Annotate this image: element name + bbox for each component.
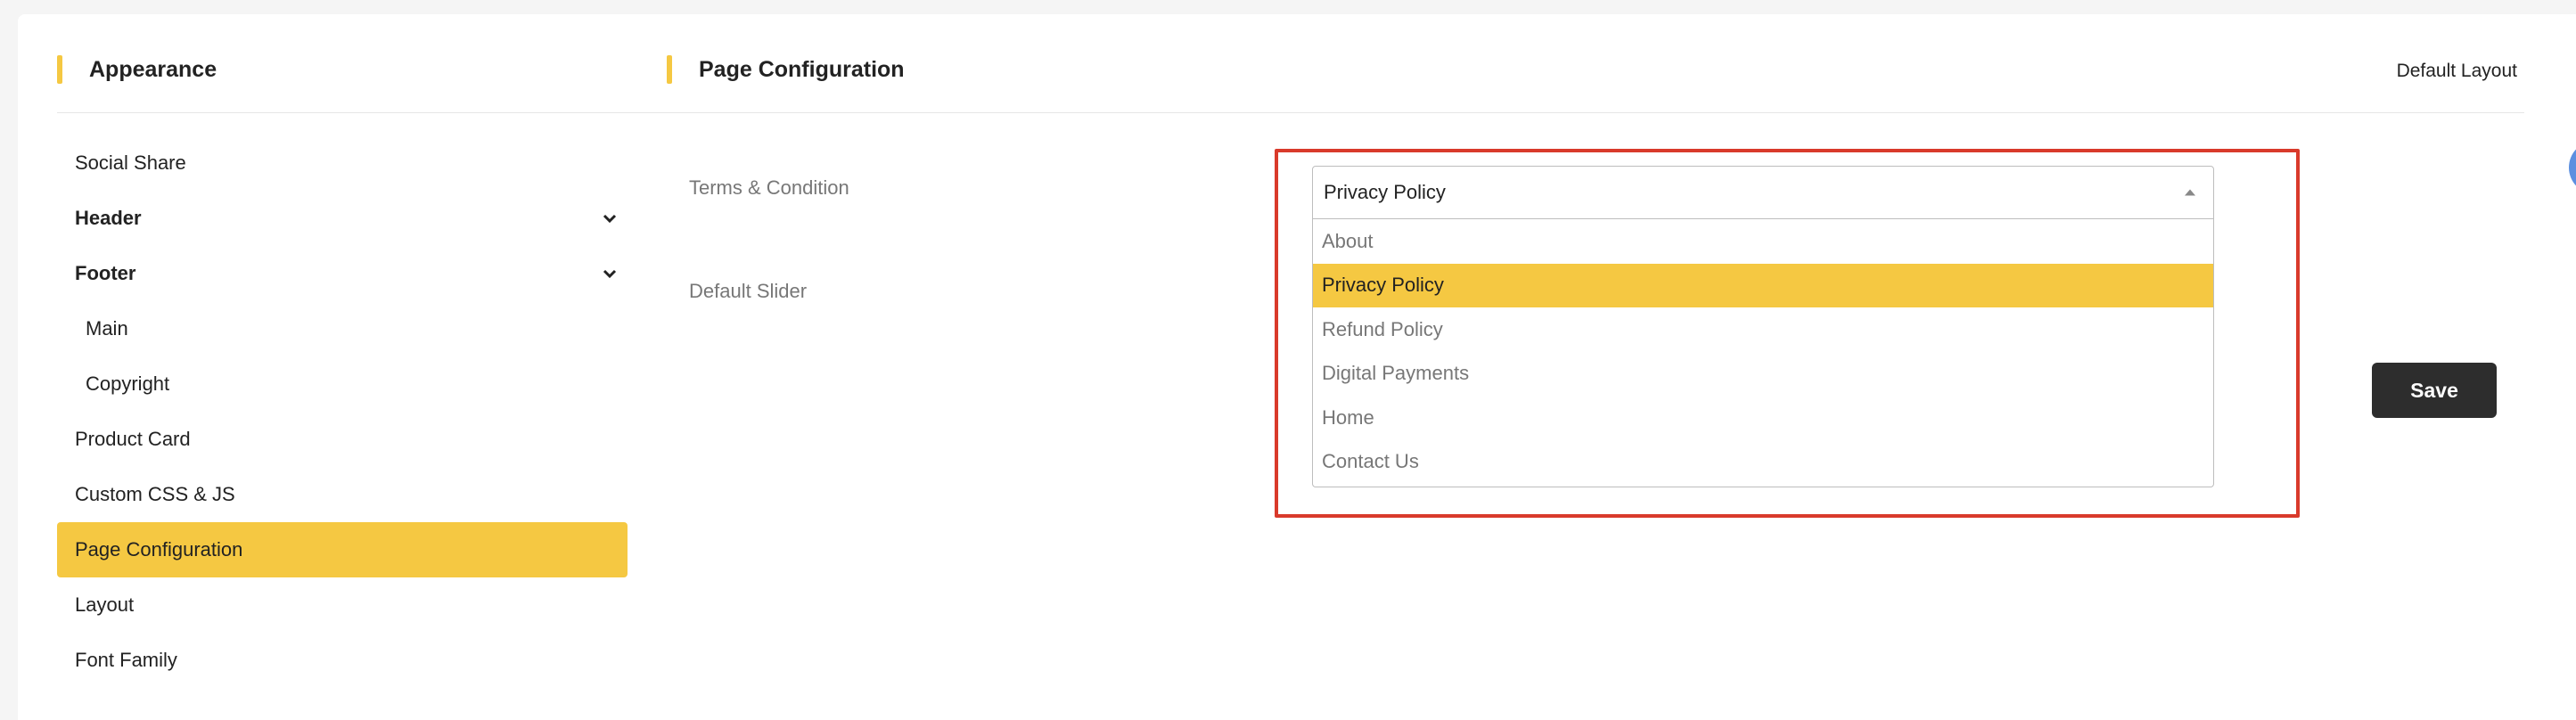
chevron-down-icon[interactable] (601, 209, 619, 227)
caret-up-icon (2185, 189, 2195, 196)
select-dropdown: About Privacy Policy Refund Policy Digit… (1312, 219, 2214, 487)
sidebar-item-label: Product Card (75, 428, 191, 450)
page-header: Page Configuration (667, 53, 905, 86)
sidebar-item-label: Footer (75, 262, 136, 284)
sidebar-item-label: Page Configuration (75, 538, 243, 560)
terms-condition-label: Terms & Condition (689, 176, 849, 199)
sidebar-item-label: Main (86, 317, 128, 340)
default-slider-label: Default Slider (689, 280, 808, 302)
default-layout-link[interactable]: Default Layout (2397, 61, 2517, 82)
option-refund-policy[interactable]: Refund Policy (1313, 307, 2213, 352)
sidebar-item-label: Layout (75, 593, 135, 616)
sidebar-item-label: Font Family (75, 649, 177, 671)
sidebar-item-label: Copyright (86, 372, 170, 395)
sidebar-item-font-family[interactable]: Font Family (57, 633, 628, 688)
sidebar-item-social-share[interactable]: Social Share (57, 135, 628, 191)
sidebar-item-page-configuration[interactable]: Page Configuration (57, 522, 628, 577)
sidebar-accent-bar (57, 55, 62, 84)
sidebar-menu: Social Share Header Footer Main Copyrigh… (57, 135, 628, 688)
terms-condition-select[interactable]: Privacy Policy (1312, 166, 2214, 219)
option-digital-payments[interactable]: Digital Payments (1313, 352, 2213, 397)
chevron-down-icon[interactable] (601, 265, 619, 282)
sidebar-item-layout[interactable]: Layout (57, 577, 628, 633)
sidebar-item-label: Social Share (75, 151, 186, 174)
sidebar-item-header[interactable]: Header (57, 191, 628, 246)
sidebar-item-label: Header (75, 207, 142, 229)
sidebar-item-label: Custom CSS & JS (75, 483, 235, 505)
save-button[interactable]: Save (2372, 363, 2497, 418)
sidebar-item-copyright[interactable]: Copyright (57, 356, 628, 412)
sidebar-title: Appearance (89, 56, 217, 82)
sidebar-item-main[interactable]: Main (57, 301, 628, 356)
sidebar-item-product-card[interactable]: Product Card (57, 412, 628, 467)
option-privacy-policy[interactable]: Privacy Policy (1313, 263, 2213, 307)
header-divider (57, 112, 2524, 113)
option-home[interactable]: Home (1313, 396, 2213, 440)
select-value: Privacy Policy (1324, 181, 1446, 203)
option-about[interactable]: About (1313, 219, 2213, 264)
sidebar-header: Appearance (57, 53, 217, 86)
sidebar-item-footer[interactable]: Footer (57, 246, 628, 301)
page-accent-bar (667, 55, 672, 84)
option-contact-us[interactable]: Contact Us (1313, 440, 2213, 485)
sidebar-item-custom-css-js[interactable]: Custom CSS & JS (57, 467, 628, 522)
page-title: Page Configuration (699, 56, 905, 82)
